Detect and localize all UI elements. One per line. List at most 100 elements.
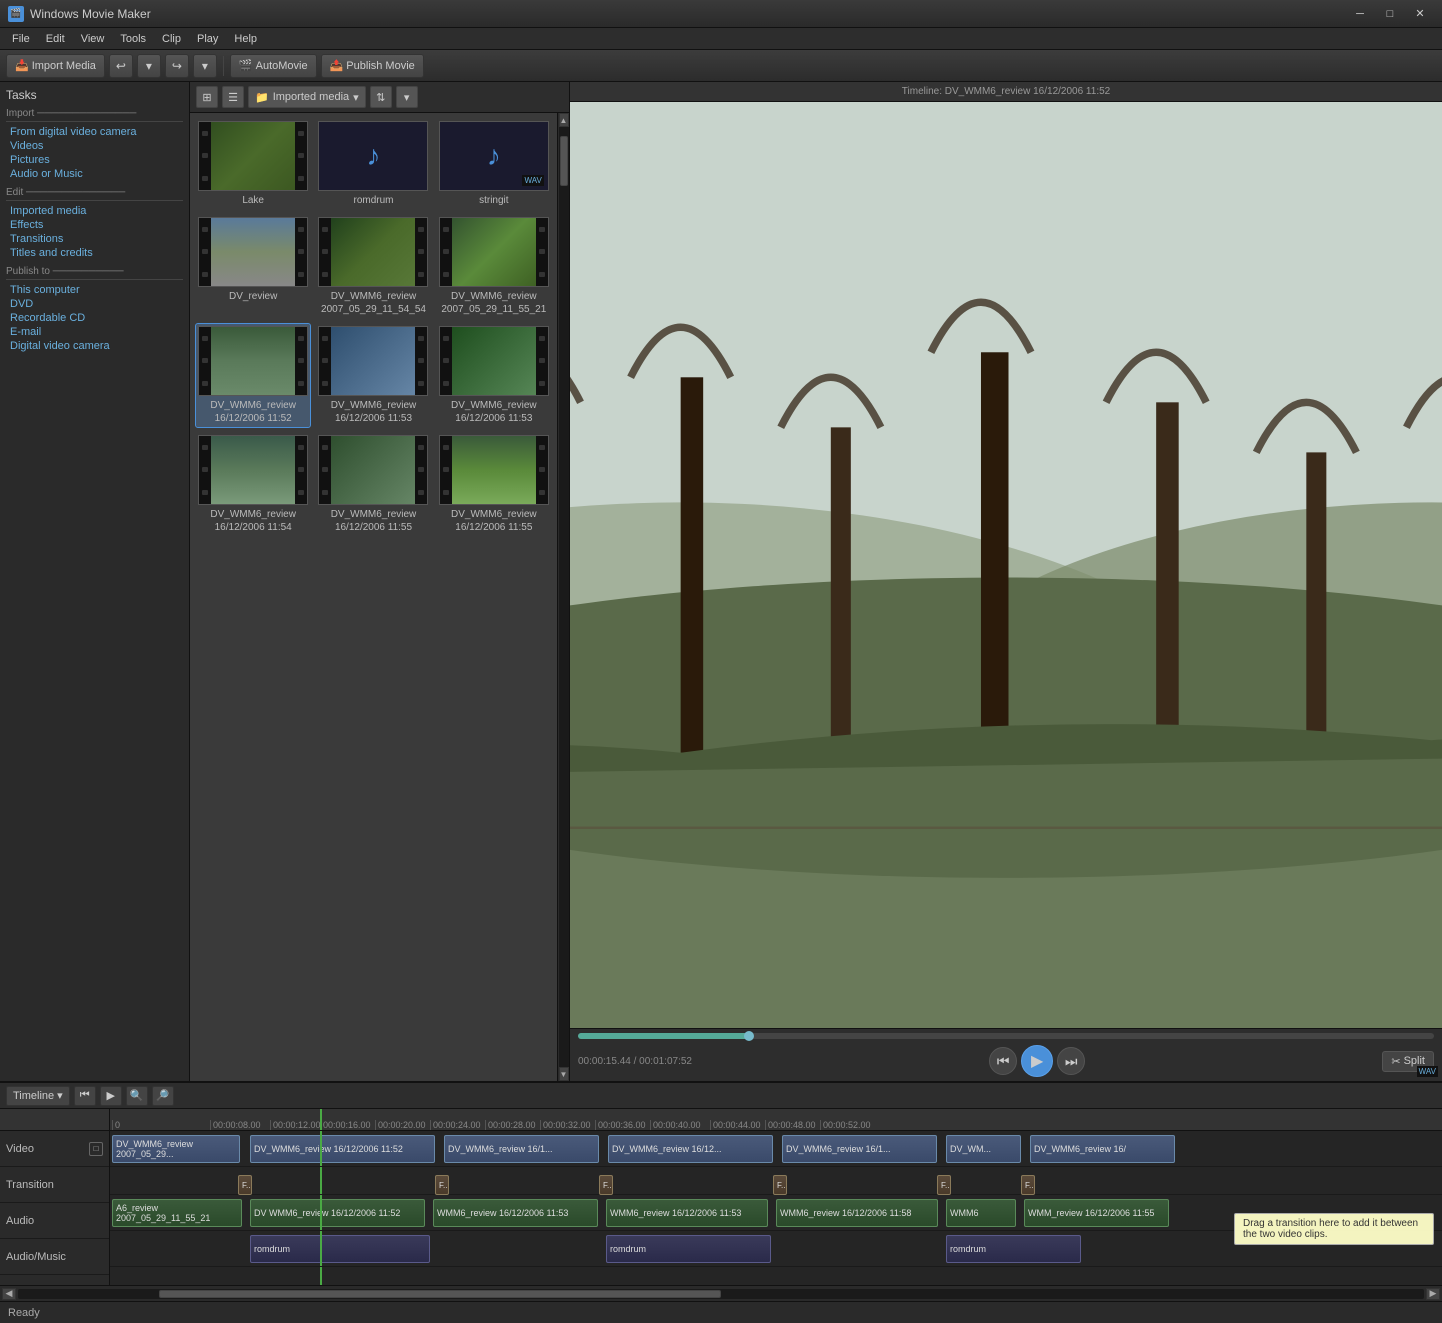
preview-progress-bar[interactable] <box>578 1033 1434 1039</box>
music-clip[interactable]: romdrum <box>946 1235 1081 1263</box>
list-item[interactable]: DV_WMM6_review2007_05_29_11_54_54 <box>316 215 430 318</box>
task-videos[interactable]: Videos <box>6 139 183 153</box>
video-clip[interactable]: DV_WMM6_review 16/12/2006 11:52 <box>250 1135 435 1163</box>
menu-view[interactable]: View <box>73 31 113 47</box>
media-sort-button[interactable]: ⇅ <box>370 86 392 108</box>
menu-clip[interactable]: Clip <box>154 31 189 47</box>
menu-file[interactable]: File <box>4 31 38 47</box>
close-button[interactable]: ✕ <box>1406 4 1434 24</box>
audio-clip[interactable]: A6_review 2007_05_29_11_55_21 <box>112 1199 242 1227</box>
undo-button[interactable]: ↩ <box>109 54 133 78</box>
list-item[interactable]: DV_WMM6_review16/12/2006 11:54 <box>196 433 310 536</box>
audio-clip[interactable]: WMM6_review 16/12/2006 11:53 <box>433 1199 598 1227</box>
audio-clip[interactable]: DV WMM6_review 16/12/2006 11:52 <box>250 1199 425 1227</box>
task-dvd[interactable]: DVD <box>6 297 183 311</box>
film-strip-left <box>199 218 211 286</box>
task-titles-credits[interactable]: Titles and credits <box>6 246 183 260</box>
audio-clip[interactable]: WMM6_review 16/12/2006 11:53 <box>606 1199 768 1227</box>
import-section-title: Import ────────────── <box>6 108 183 122</box>
media-sort-dropdown[interactable]: ▾ <box>396 86 418 108</box>
list-item[interactable]: ♪ WAV romdrum <box>316 119 430 209</box>
menu-tools[interactable]: Tools <box>112 31 154 47</box>
film-strip-right <box>295 122 307 190</box>
audio-clip[interactable]: WMM_review 16/12/2006 11:55 <box>1024 1199 1169 1227</box>
minimize-button[interactable]: ─ <box>1346 4 1374 24</box>
media-grid-view-button[interactable]: ⊞ <box>196 86 218 108</box>
menu-edit[interactable]: Edit <box>38 31 73 47</box>
scroll-up-button[interactable]: ▲ <box>559 113 569 127</box>
fast-forward-button[interactable]: ⏭ <box>1057 1047 1085 1075</box>
timeline-dropdown[interactable]: Timeline ▾ <box>6 1086 70 1106</box>
scroll-right-button[interactable]: ▶ <box>1426 1288 1440 1300</box>
video-clip[interactable]: DV_WMM6_review 16/ <box>1030 1135 1175 1163</box>
task-transitions[interactable]: Transitions <box>6 232 183 246</box>
timeline-content: Video □ Transition Audio Audio/Music Tit… <box>0 1109 1442 1285</box>
video-clip[interactable]: DV_WMM6_review 2007_05_29... <box>112 1135 240 1163</box>
task-digital-camera[interactable]: Digital video camera <box>6 339 183 353</box>
horizontal-scroll-thumb[interactable] <box>159 1290 721 1298</box>
redo-button[interactable]: ↪ <box>165 54 189 78</box>
timeline-tracks[interactable]: 0 00:00:08.00 00:00:12.00 00:00:16.00 00… <box>110 1109 1442 1285</box>
timeline-search[interactable]: 🔍 <box>126 1086 148 1106</box>
scroll-down-button[interactable]: ▼ <box>559 1067 569 1081</box>
transition-clip[interactable]: F... <box>773 1175 787 1195</box>
task-imported-media[interactable]: Imported media <box>6 204 183 218</box>
video-clip[interactable]: DV_WM... <box>946 1135 1021 1163</box>
timeline-horizontal-scrollbar[interactable]: ◀ ▶ <box>0 1285 1442 1301</box>
tick-28: 00:00:28.00 <box>485 1120 536 1130</box>
auto-movie-button[interactable]: 🎬 AutoMovie <box>230 54 317 78</box>
task-email[interactable]: E-mail <box>6 325 183 339</box>
rewind-button[interactable]: ⏮ <box>989 1047 1017 1075</box>
scroll-thumb[interactable] <box>560 136 568 186</box>
list-item[interactable]: DV_WMM6_review16/12/2006 11:52 <box>196 324 310 427</box>
redo-dropdown[interactable]: ▾ <box>193 54 217 78</box>
task-recordable-cd[interactable]: Recordable CD <box>6 311 183 325</box>
menu-play[interactable]: Play <box>189 31 226 47</box>
tick-8: 00:00:08.00 <box>210 1120 261 1130</box>
timeline-back-to-start[interactable]: ⏮ <box>74 1086 96 1106</box>
list-item[interactable]: DV_WMM6_review16/12/2006 11:53 <box>437 324 551 427</box>
timeline-section: Timeline ▾ ⏮ ▶ 🔍 🔎 Video □ Transition Au… <box>0 1081 1442 1301</box>
transition-clip[interactable]: F... <box>435 1175 449 1195</box>
transition-clip[interactable]: F... <box>937 1175 951 1195</box>
transition-clip[interactable]: F... <box>599 1175 613 1195</box>
scroll-left-button[interactable]: ◀ <box>2 1288 16 1300</box>
menu-help[interactable]: Help <box>226 31 265 47</box>
list-item[interactable]: DV_WMM6_review16/12/2006 11:53 <box>316 324 430 427</box>
video-clip[interactable]: DV_WMM6_review 16/12... <box>608 1135 773 1163</box>
video-clip[interactable]: DV_WMM6_review 16/1... <box>782 1135 937 1163</box>
video-row-icon[interactable]: □ <box>89 1142 103 1156</box>
task-pictures[interactable]: Pictures <box>6 153 183 167</box>
preview-progress-thumb[interactable] <box>744 1031 754 1041</box>
list-item[interactable]: DV_WMM6_review16/12/2006 11:55 <box>316 433 430 536</box>
task-audio-music[interactable]: Audio or Music <box>6 167 183 181</box>
task-from-camera[interactable]: From digital video camera <box>6 125 183 139</box>
list-item[interactable]: ♪ WAV stringit <box>437 119 551 209</box>
list-item[interactable]: DV_WMM6_review2007_05_29_11_55_21 <box>437 215 551 318</box>
publish-movie-button[interactable]: 📤 Publish Movie <box>321 54 424 78</box>
import-media-button[interactable]: 📥 Import Media <box>6 54 105 78</box>
play-button[interactable]: ▶ <box>1021 1045 1053 1077</box>
list-item[interactable]: DV_WMM6_review16/12/2006 11:55 <box>437 433 551 536</box>
music-clip[interactable]: romdrum <box>250 1235 430 1263</box>
media-collection-dropdown[interactable]: 📁 Imported media ▾ <box>248 86 366 108</box>
task-effects[interactable]: Effects <box>6 218 183 232</box>
list-item[interactable]: Lake <box>196 119 310 209</box>
maximize-button[interactable]: □ <box>1376 4 1404 24</box>
media-scrollbar[interactable]: ▲ ▼ <box>557 113 569 1081</box>
list-item[interactable]: DV_review <box>196 215 310 318</box>
audio-clip[interactable]: WMM6_review 16/12/2006 11:58 <box>776 1199 938 1227</box>
audio-clip[interactable]: WMM6 <box>946 1199 1016 1227</box>
timeline-zoom-in[interactable]: 🔎 <box>152 1086 174 1106</box>
music-clip[interactable]: romdrum <box>606 1235 771 1263</box>
task-this-computer[interactable]: This computer <box>6 283 183 297</box>
transition-clip[interactable]: F... <box>1021 1175 1035 1195</box>
timeline-play[interactable]: ▶ <box>100 1086 122 1106</box>
undo-dropdown[interactable]: ▾ <box>137 54 161 78</box>
transition-clip[interactable]: F... <box>238 1175 252 1195</box>
media-details-view-button[interactable]: ☰ <box>222 86 244 108</box>
video-clip[interactable]: DV_WMM6_review 16/1... <box>444 1135 599 1163</box>
playhead[interactable] <box>320 1109 322 1130</box>
tick-40: 00:00:40.00 <box>650 1120 701 1130</box>
film-strip-right <box>536 218 548 286</box>
